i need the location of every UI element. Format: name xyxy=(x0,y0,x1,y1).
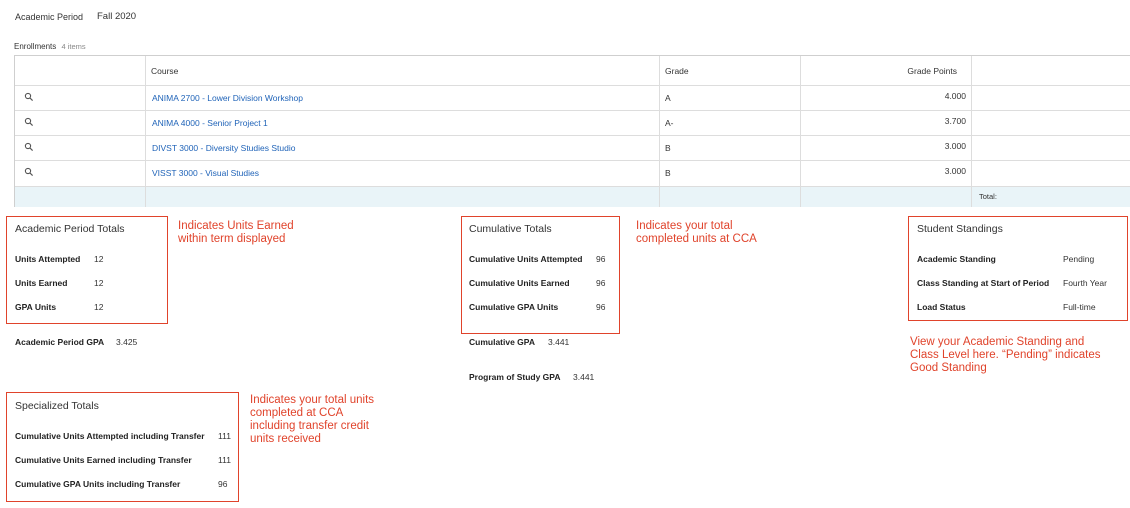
column-header-course[interactable]: Course xyxy=(146,56,660,85)
column-header-grade-points[interactable]: Grade Points xyxy=(801,56,972,85)
units-earned-value: 12 xyxy=(94,278,104,288)
cumulative-gpa-units-transfer-label: Cumulative GPA Units including Transfer xyxy=(15,479,181,489)
units-earned-label: Units Earned xyxy=(15,278,68,288)
student-standings-title: Student Standings xyxy=(917,223,1003,235)
search-icon[interactable] xyxy=(24,142,34,152)
period-annotation: Indicates Units Earned within term displ… xyxy=(178,220,294,245)
cumulative-gpa-label: Cumulative GPA xyxy=(469,337,535,347)
cumulative-gpa-units-transfer-value: 96 xyxy=(218,479,228,489)
search-icon[interactable] xyxy=(24,92,34,102)
specialized-totals-title: Specialized Totals xyxy=(15,400,99,412)
cumulative-units-attempted-value: 96 xyxy=(596,254,606,264)
grade-points-value: 4.000 xyxy=(944,91,966,101)
search-icon[interactable] xyxy=(24,117,34,127)
cumulative-units-earned-label: Cumulative Units Earned xyxy=(469,278,570,288)
cumulative-earned-transfer-label: Cumulative Units Earned including Transf… xyxy=(15,455,192,465)
grade-value: A xyxy=(665,93,671,103)
enrollments-title: Enrollments 4 items xyxy=(14,42,86,51)
table-header-row: Course Grade Grade Points xyxy=(15,56,1130,86)
table-row: ANIMA 4000 - Senior Project 1 A- 3.700 xyxy=(15,111,1130,136)
standing-annotation: View your Academic Standing and Class Le… xyxy=(910,336,1101,374)
total-label: Total: xyxy=(979,192,997,201)
academic-period-value: Fall 2020 xyxy=(97,11,137,22)
table-row: ANIMA 2700 - Lower Division Workshop A 4… xyxy=(15,86,1130,111)
course-link[interactable]: ANIMA 4000 - Senior Project 1 xyxy=(152,118,268,128)
cumulative-gpa-units-label: Cumulative GPA Units xyxy=(469,302,559,312)
column-header-grade[interactable]: Grade xyxy=(660,56,801,85)
grade-value: A- xyxy=(665,118,674,128)
load-status-label: Load Status xyxy=(917,302,966,312)
grade-value: B xyxy=(665,143,671,153)
gpa-units-value: 12 xyxy=(94,302,104,312)
specialized-annotation: Indicates your total units completed at … xyxy=(250,394,375,445)
load-status-value: Full-time xyxy=(1063,302,1096,312)
table-row: DIVST 3000 - Diversity Studies Studio B … xyxy=(15,136,1130,161)
table-total-row: Total: xyxy=(15,187,1130,207)
units-attempted-value: 12 xyxy=(94,254,104,264)
cumulative-earned-transfer-value: 111 xyxy=(218,455,231,465)
cumulative-attempted-transfer-value: 111 xyxy=(218,431,231,441)
search-icon[interactable] xyxy=(24,167,34,177)
grade-points-value: 3.000 xyxy=(944,166,966,176)
grade-value: B xyxy=(665,168,671,178)
academic-period-totals-title: Academic Period Totals xyxy=(15,223,125,235)
cumulative-annotation: Indicates your total completed units at … xyxy=(636,220,757,245)
cumulative-totals-title: Cumulative Totals xyxy=(469,223,552,235)
academic-standing-label: Academic Standing xyxy=(917,254,996,264)
academic-period-gpa-label: Academic Period GPA xyxy=(15,337,105,347)
academic-period-gpa-value: 3.425 xyxy=(116,337,138,347)
cumulative-gpa-units-value: 96 xyxy=(596,302,606,312)
enrollments-table: Course Grade Grade Points ANIMA 2700 - L… xyxy=(14,55,1130,207)
cumulative-units-attempted-label: Cumulative Units Attempted xyxy=(469,254,583,264)
units-attempted-label: Units Attempted xyxy=(15,254,81,264)
course-link[interactable]: DIVST 3000 - Diversity Studies Studio xyxy=(152,143,295,153)
class-standing-label: Class Standing at Start of Period xyxy=(917,278,1050,288)
course-link[interactable]: VISST 3000 - Visual Studies xyxy=(152,168,259,178)
gpa-units-label: GPA Units xyxy=(15,302,57,312)
enrollments-label: Enrollments xyxy=(14,42,57,51)
table-row: VISST 3000 - Visual Studies B 3.000 xyxy=(15,161,1130,187)
academic-standing-value: Pending xyxy=(1063,254,1095,264)
cumulative-attempted-transfer-label: Cumulative Units Attempted including Tra… xyxy=(15,431,205,441)
cumulative-gpa-value: 3.441 xyxy=(548,337,570,347)
course-link[interactable]: ANIMA 2700 - Lower Division Workshop xyxy=(152,93,303,103)
grade-points-value: 3.700 xyxy=(944,116,966,126)
program-gpa-label: Program of Study GPA xyxy=(469,372,561,382)
class-standing-value: Fourth Year xyxy=(1063,278,1107,288)
enrollments-count: 4 items xyxy=(61,42,86,51)
academic-period-label: Academic Period xyxy=(15,12,84,22)
program-gpa-value: 3.441 xyxy=(573,372,595,382)
grade-points-value: 3.000 xyxy=(944,141,966,151)
cumulative-units-earned-value: 96 xyxy=(596,278,606,288)
